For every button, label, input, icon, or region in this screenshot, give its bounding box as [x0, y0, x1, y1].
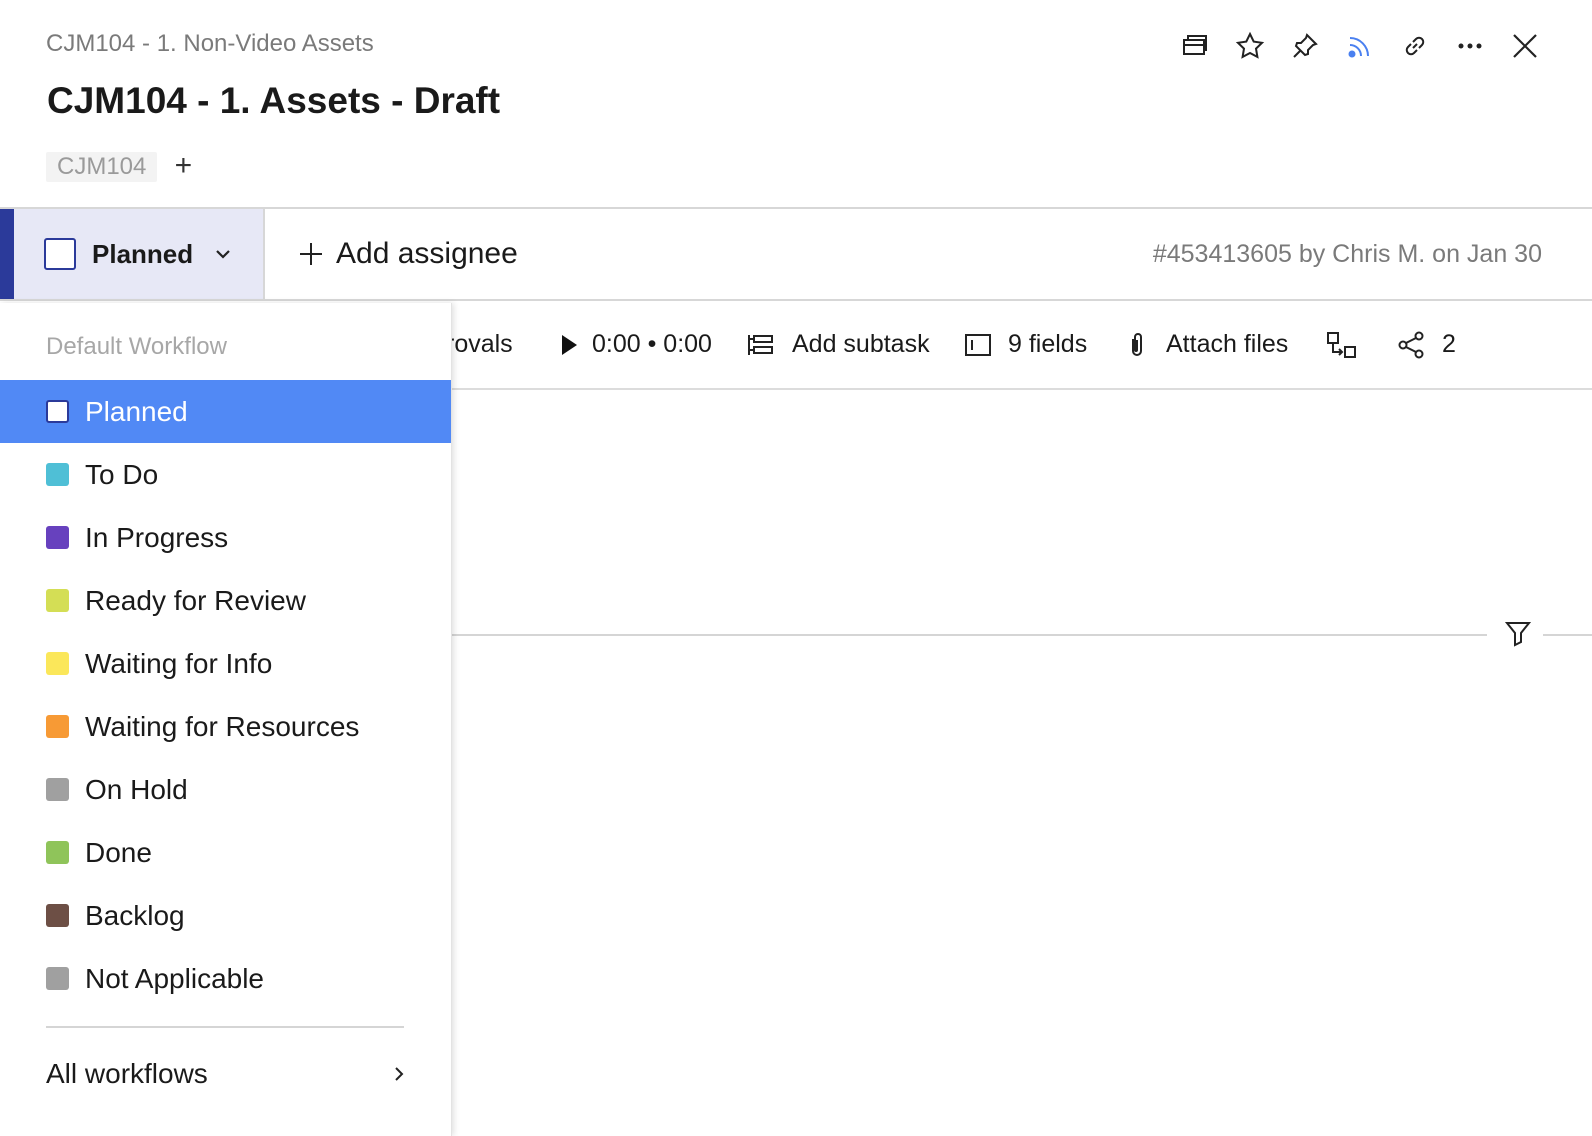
chevron-right-icon: [395, 1067, 404, 1081]
status-option-waiting-for-resources[interactable]: Waiting for Resources: [0, 695, 451, 758]
subtask-icon: [748, 334, 773, 355]
workflow-status-list: Planned To Do In Progress Ready for Revi…: [0, 380, 451, 1010]
fields-button[interactable]: 9 fields: [964, 301, 1087, 388]
status-swatch: [46, 526, 69, 549]
add-assignee-button[interactable]: Add assignee: [298, 209, 518, 299]
dependencies-icon: [1327, 331, 1356, 358]
status-option-label: On Hold: [85, 773, 188, 805]
attach-files-label: Attach files: [1166, 330, 1289, 358]
add-subtask-button[interactable]: Add subtask: [746, 301, 930, 388]
status-swatch: [46, 967, 69, 990]
section-divider-right: [1543, 634, 1592, 636]
status-dropdown-button[interactable]: Planned: [0, 209, 265, 299]
star-icon[interactable]: [1222, 24, 1277, 68]
status-swatch: [46, 841, 69, 864]
status-swatch: [46, 652, 69, 675]
play-icon: [562, 334, 577, 355]
tag-bar: CJM104 +: [46, 151, 195, 182]
fields-icon: [965, 333, 991, 356]
page-title[interactable]: CJM104 - 1. Assets - Draft: [47, 80, 500, 122]
add-subtask-label: Add subtask: [792, 330, 930, 358]
fields-label: 9 fields: [1008, 330, 1088, 358]
workflow-section-title: Default Workflow: [46, 333, 227, 360]
folder-tag[interactable]: CJM104: [46, 152, 158, 182]
breadcrumb[interactable]: CJM104 - 1. Non-Video Assets: [46, 30, 374, 58]
status-swatch: [46, 778, 69, 801]
link-icon[interactable]: [1387, 24, 1442, 68]
status-option-planned[interactable]: Planned: [0, 380, 451, 443]
timer-button[interactable]: 0:00 • 0:00: [560, 301, 712, 388]
attach-files-button[interactable]: Attach files: [1124, 301, 1288, 388]
status-option-label: Done: [85, 836, 152, 868]
status-dropdown-menu: Default Workflow Planned To Do In Progre…: [0, 303, 452, 1136]
status-option-waiting-for-info[interactable]: Waiting for Info: [0, 632, 451, 695]
close-icon[interactable]: [1497, 24, 1552, 68]
top-toolbar: [1167, 24, 1552, 68]
status-option-in-progress[interactable]: In Progress: [0, 506, 451, 569]
paperclip-icon: [1132, 332, 1142, 356]
status-label: Planned: [92, 238, 194, 269]
status-option-done[interactable]: Done: [0, 821, 451, 884]
timer-label: 0:00 • 0:00: [592, 330, 712, 358]
task-meta: #453413605 by Chris M. on Jan 30: [1152, 240, 1542, 268]
all-workflows-button[interactable]: All workflows: [46, 1049, 406, 1099]
status-option-label: Ready for Review: [85, 584, 306, 616]
add-tag-button[interactable]: +: [171, 151, 195, 182]
status-option-label: To Do: [85, 458, 159, 490]
section-divider: [452, 634, 1487, 636]
status-swatch: [46, 400, 69, 423]
plus-icon: [300, 243, 322, 265]
status-option-ready-for-review[interactable]: Ready for Review: [0, 569, 451, 632]
status-swatch: [46, 589, 69, 612]
status-option-to-do[interactable]: To Do: [0, 443, 451, 506]
dependencies-button[interactable]: [1326, 301, 1374, 388]
status-swatch: [46, 904, 69, 927]
approvals-button[interactable]: rovals: [446, 301, 513, 388]
status-option-label: Backlog: [85, 899, 185, 931]
status-option-label: Planned: [85, 395, 188, 427]
all-workflows-label: All workflows: [46, 1058, 208, 1089]
status-color-swatch: [44, 238, 76, 270]
status-option-label: Waiting for Info: [85, 647, 273, 679]
more-icon[interactable]: [1442, 24, 1497, 68]
approvals-label: rovals: [446, 330, 513, 358]
filter-icon[interactable]: [1502, 618, 1534, 650]
add-assignee-label: Add assignee: [336, 237, 518, 270]
pin-icon[interactable]: [1277, 24, 1332, 68]
chevron-down-icon: [216, 250, 230, 259]
status-option-backlog[interactable]: Backlog: [0, 884, 451, 947]
status-option-on-hold[interactable]: On Hold: [0, 758, 451, 821]
windows-icon[interactable]: [1167, 24, 1222, 68]
status-bar: Planned Add assignee #453413605 by Chris…: [0, 207, 1592, 301]
dropdown-divider: [46, 1026, 404, 1028]
status-option-label: Not Applicable: [85, 962, 265, 994]
status-swatch: [46, 715, 69, 738]
status-swatch: [46, 463, 69, 486]
rss-icon[interactable]: [1332, 24, 1387, 68]
share-button[interactable]: 2: [1396, 301, 1456, 388]
share-icon: [1398, 331, 1424, 358]
share-count: 2: [1442, 330, 1456, 358]
status-option-label: Waiting for Resources: [85, 710, 360, 742]
status-option-label: In Progress: [85, 521, 229, 553]
status-option-not-applicable[interactable]: Not Applicable: [0, 947, 451, 1010]
